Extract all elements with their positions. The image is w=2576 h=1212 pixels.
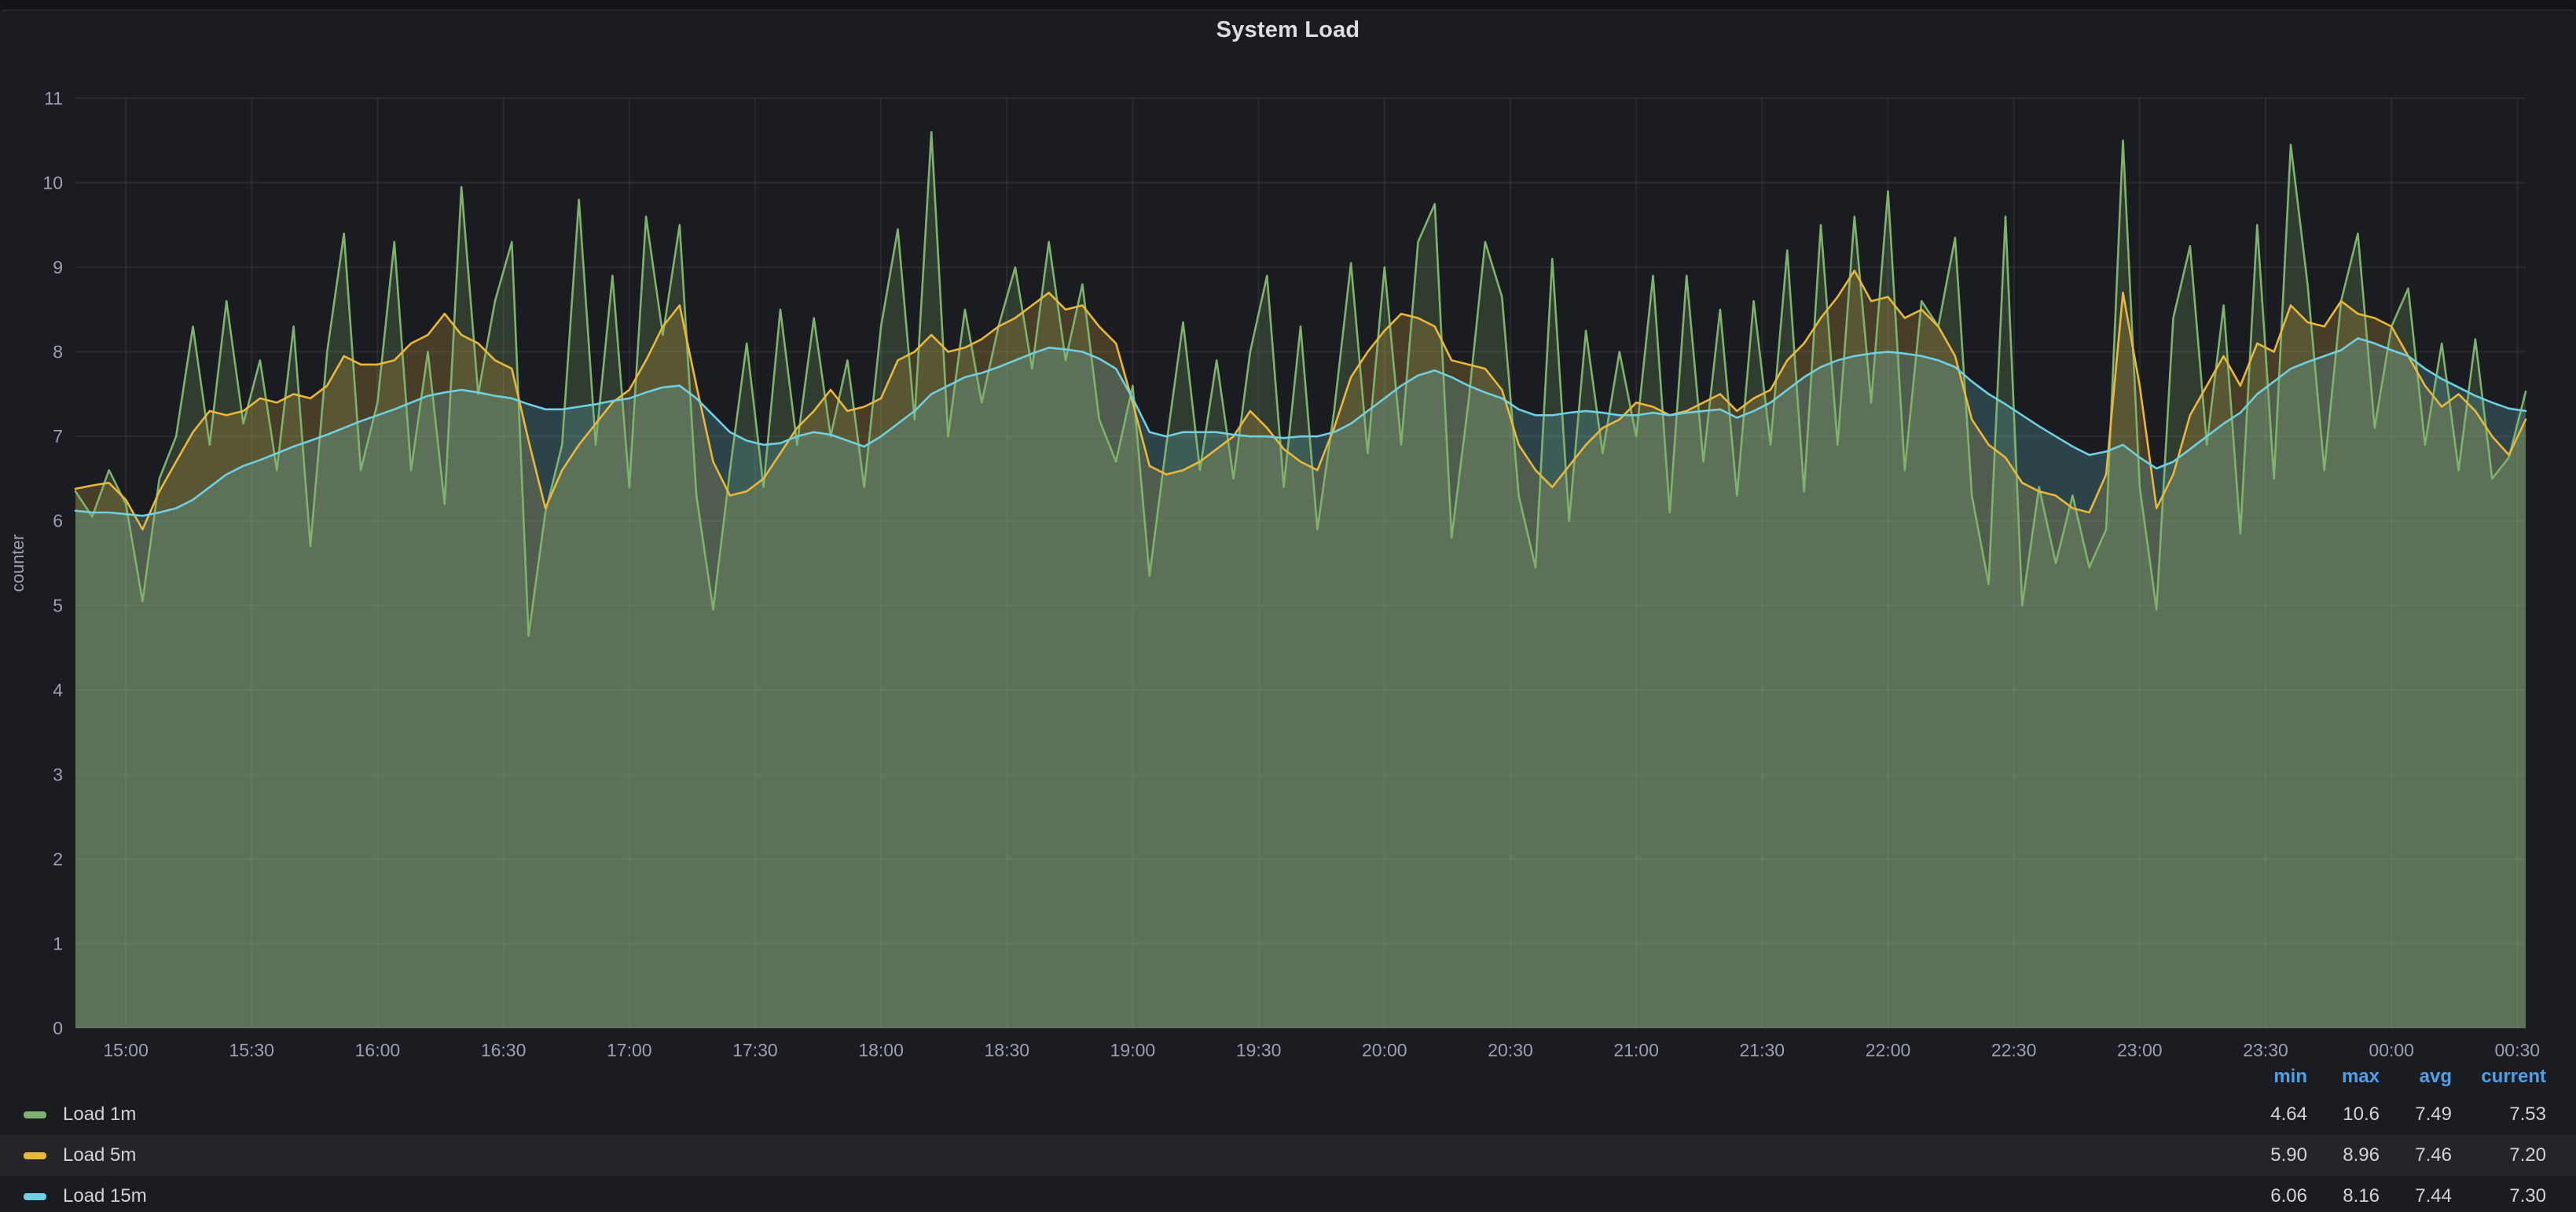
svg-text:3: 3 xyxy=(53,764,63,784)
svg-text:00:00: 00:00 xyxy=(2369,1040,2414,1060)
svg-text:9: 9 xyxy=(53,257,63,277)
series-fill-load-15m xyxy=(75,338,2526,1028)
legend-min-value: 6.06 xyxy=(2235,1185,2307,1207)
legend-max-value: 8.96 xyxy=(2307,1144,2380,1166)
chart-plot-area[interactable]: 0123456789101115:0015:3016:0016:3017:001… xyxy=(0,11,2576,1212)
legend-header-row: minmaxavgcurrent xyxy=(0,1060,2576,1094)
svg-text:23:00: 23:00 xyxy=(2117,1040,2163,1060)
legend-swatch-icon[interactable] xyxy=(24,1152,46,1159)
svg-text:00:30: 00:30 xyxy=(2495,1040,2541,1060)
legend-avg-value: 7.49 xyxy=(2380,1104,2452,1126)
svg-text:15:30: 15:30 xyxy=(229,1040,274,1060)
svg-text:22:30: 22:30 xyxy=(1991,1040,2037,1060)
legend-header-avg[interactable]: avg xyxy=(2380,1066,2452,1088)
svg-text:17:00: 17:00 xyxy=(607,1040,652,1060)
legend-label-cell: Load 5m xyxy=(24,1144,2235,1166)
legend-current-value: 7.20 xyxy=(2452,1144,2576,1166)
legend-avg-value: 7.44 xyxy=(2380,1185,2452,1207)
svg-text:22:00: 22:00 xyxy=(1866,1040,1911,1060)
legend-header-current[interactable]: current xyxy=(2452,1066,2576,1088)
svg-text:11: 11 xyxy=(44,88,63,108)
legend-row-load-1m[interactable]: Load 1m 4.6410.67.497.53 xyxy=(0,1094,2576,1135)
legend-min-value: 4.64 xyxy=(2235,1104,2307,1126)
svg-text:6: 6 xyxy=(53,511,63,531)
legend-header-max[interactable]: max xyxy=(2307,1066,2380,1088)
svg-text:18:30: 18:30 xyxy=(985,1040,1030,1060)
svg-text:7: 7 xyxy=(53,426,63,446)
svg-text:20:00: 20:00 xyxy=(1362,1040,1407,1060)
svg-text:10: 10 xyxy=(42,173,63,193)
svg-text:21:00: 21:00 xyxy=(1613,1040,1659,1060)
svg-text:16:30: 16:30 xyxy=(481,1040,527,1060)
svg-text:5: 5 xyxy=(53,595,63,615)
legend-swatch-icon[interactable] xyxy=(24,1193,46,1200)
svg-text:16:00: 16:00 xyxy=(355,1040,401,1060)
svg-text:18:00: 18:00 xyxy=(858,1040,904,1060)
y-axis-title: counter xyxy=(8,534,28,592)
legend-series-name[interactable]: Load 5m xyxy=(63,1144,136,1166)
legend-row-load-5m[interactable]: Load 5m 5.908.967.467.20 xyxy=(0,1135,2576,1176)
svg-text:4: 4 xyxy=(53,680,63,700)
legend-header-min[interactable]: min xyxy=(2235,1066,2307,1088)
svg-text:19:30: 19:30 xyxy=(1236,1040,1282,1060)
legend-row-load-15m[interactable]: Load 15m 6.068.167.447.30 xyxy=(0,1176,2576,1212)
grafana-page: { "page": { "title": "System Load" }, "c… xyxy=(0,0,2576,1212)
legend-series-name[interactable]: Load 1m xyxy=(63,1104,136,1126)
svg-text:15:00: 15:00 xyxy=(103,1040,149,1060)
y-axis-labels: 0 1 2 3 4 5 6 7 8 9 10 11 xyxy=(42,88,63,1038)
svg-text:8: 8 xyxy=(53,342,63,362)
legend-max-value: 8.16 xyxy=(2307,1185,2380,1207)
legend-max-value: 10.6 xyxy=(2307,1104,2380,1126)
legend-min-value: 5.90 xyxy=(2235,1144,2307,1166)
svg-text:23:30: 23:30 xyxy=(2243,1040,2288,1060)
legend-current-value: 7.53 xyxy=(2452,1104,2576,1126)
svg-text:20:30: 20:30 xyxy=(1488,1040,1533,1060)
x-axis-labels: 15:00 15:30 16:00 16:30 17:00 17:30 18:00 18:30… xyxy=(103,1040,2540,1060)
svg-text:0: 0 xyxy=(53,1018,63,1038)
legend-swatch-icon[interactable] xyxy=(24,1111,46,1118)
legend-label-cell: Load 1m xyxy=(24,1104,2235,1126)
legend: minmaxavgcurrentLoad 1m4.6410.67.497.53L… xyxy=(0,1060,2576,1212)
legend-current-value: 7.30 xyxy=(2452,1185,2576,1207)
graph-panel: System Load 0123456789101115:0015:3016:0… xyxy=(0,9,2576,1212)
legend-label-cell: Load 15m xyxy=(24,1185,2235,1207)
svg-text:2: 2 xyxy=(53,849,63,869)
svg-text:17:30: 17:30 xyxy=(732,1040,778,1060)
legend-series-name[interactable]: Load 15m xyxy=(63,1185,147,1207)
legend-avg-value: 7.46 xyxy=(2380,1144,2452,1166)
svg-text:19:00: 19:00 xyxy=(1110,1040,1156,1060)
svg-text:1: 1 xyxy=(53,933,63,953)
svg-text:21:30: 21:30 xyxy=(1740,1040,1785,1060)
